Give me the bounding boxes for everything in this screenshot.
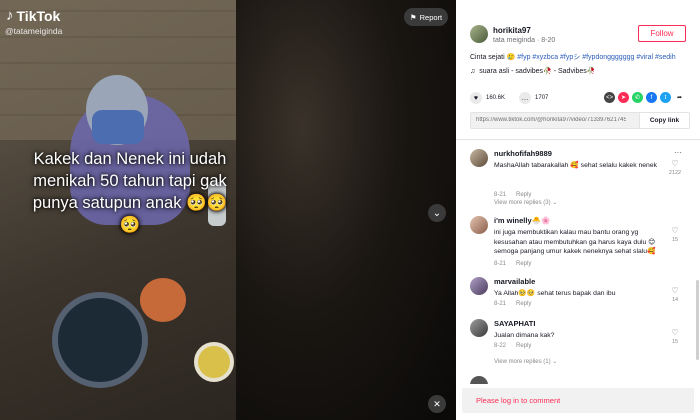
video-watermark-handle: @tatameiginda	[5, 26, 63, 36]
comment-text: Jualan dimana kak?	[494, 332, 555, 339]
comment-like-count: 15	[671, 237, 679, 243]
like-action[interactable]: ♥ 160.6K	[470, 92, 505, 104]
author-subline: tata meiginda · 8-20	[493, 37, 556, 44]
video-player[interactable]: Kakek dan Nenek ini udah menikah 50 tahu…	[0, 0, 456, 420]
view-more-replies[interactable]: View more replies (1) ⌄	[494, 358, 557, 365]
heart-outline-icon: ♡	[671, 159, 679, 168]
comment-text: Ya Allah🥺🥺 sehat terus bapak dan ibu	[494, 290, 616, 297]
copy-link-button[interactable]: Copy link	[639, 113, 689, 128]
heart-outline-icon: ♡	[671, 226, 679, 235]
comment-meta: 8-21 Reply	[494, 261, 531, 267]
comment-scrollbar[interactable]	[696, 280, 699, 360]
music-info[interactable]: ♫ suara asli - sadvibes🥀 - Sadvibes🥀	[470, 67, 596, 76]
copy-link-bar: https://www.tiktok.com/@horikita97/video…	[470, 112, 690, 129]
video-scene-pot	[52, 292, 148, 388]
follow-button[interactable]: Follow	[638, 25, 686, 42]
send-icon[interactable]: ➤	[618, 92, 629, 103]
comment-like[interactable]: ♡ 15	[668, 328, 682, 345]
comment-item: SAYAPHATI Jualan dimana kak? 8-22 Reply …	[470, 319, 690, 353]
report-label: Report	[419, 12, 443, 22]
comment-meta: 8-22 Reply	[494, 343, 531, 349]
video-url: https://www.tiktok.com/@horikita97/video…	[476, 117, 626, 123]
comment-avatar[interactable]	[470, 149, 488, 167]
video-caption: Kakek dan Nenek ini udah menikah 50 tahu…	[32, 150, 228, 234]
video-info-panel: horikita97 tata meiginda · 8-20 Follow C…	[456, 0, 700, 420]
chevron-down-icon[interactable]: ⌄	[428, 204, 446, 222]
facebook-icon[interactable]: f	[646, 92, 657, 103]
comment-text: MashaAllah tabarakallah 🥰 sehat selalu k…	[494, 162, 657, 169]
comment-username[interactable]: SAYAPHATI	[494, 319, 535, 328]
comment-date: 8-21	[494, 192, 507, 198]
comment-like[interactable]: ♡ 2122	[668, 159, 682, 176]
comment-count: 1707	[535, 95, 549, 101]
description-text: Cinta sejati 🥲	[470, 54, 518, 61]
reply-button[interactable]: Reply	[516, 192, 531, 198]
comment-item: marvailable Ya Allah🥺🥺 sehat terus bapak…	[470, 277, 690, 311]
video-frame[interactable]: Kakek dan Nenek ini udah menikah 50 tahu…	[0, 0, 236, 420]
tiktok-note-icon: ♪	[6, 7, 14, 24]
comment-text: ini juga membuktikan kalau mau bantu ora…	[494, 229, 656, 255]
mute-icon[interactable]: ✕	[428, 395, 446, 413]
music-note-icon: ♫	[470, 67, 476, 75]
embed-icon[interactable]: <>	[604, 92, 615, 103]
comment-date: 8-21	[494, 261, 507, 267]
flag-icon: ⚑	[409, 12, 417, 22]
comment-date: 8-21	[494, 301, 507, 307]
heart-outline-icon: ♡	[671, 328, 679, 337]
tiktok-logo[interactable]: ♪ TikTok	[6, 7, 60, 24]
logo-text: TikTok	[16, 7, 61, 24]
heart-icon: ♥	[470, 92, 482, 104]
comment-action[interactable]: … 1707	[519, 92, 548, 104]
more-options-icon[interactable]: ···	[674, 148, 682, 157]
description-hashtags[interactable]: #fyp #xyzbca #fypシ #fypdonggggggg #viral…	[517, 54, 675, 61]
music-label: suara asli - sadvibes🥀 - Sadvibes🥀	[479, 68, 596, 75]
video-scene-plate	[194, 342, 234, 382]
heart-outline-icon: ♡	[671, 286, 679, 295]
author-avatar[interactable]	[470, 25, 488, 43]
comment-username[interactable]: marvailable	[494, 277, 535, 286]
video-blur-background	[236, 0, 456, 420]
comment-meta: 8-21 Reply	[494, 301, 531, 307]
whatsapp-icon[interactable]: ✆	[632, 92, 643, 103]
comment-avatar[interactable]	[470, 277, 488, 295]
twitter-icon[interactable]: t	[660, 92, 671, 103]
comment-like[interactable]: ♡ 14	[668, 286, 682, 303]
comment-avatar[interactable]	[470, 319, 488, 337]
share-more-icon[interactable]: ➦	[674, 92, 685, 103]
view-more-replies[interactable]: View more replies (3) ⌄	[494, 199, 557, 206]
comment-avatar[interactable]	[470, 216, 488, 234]
comment-avatar-partial[interactable]	[470, 376, 488, 384]
video-scene-bowl	[140, 278, 186, 322]
comment-meta: 8-21 Reply	[494, 192, 531, 198]
video-scene-mask	[92, 110, 144, 144]
reply-button[interactable]: Reply	[516, 301, 531, 307]
author-username[interactable]: horikita97	[493, 26, 531, 35]
comment-username[interactable]: i'm winelly🐣🌸	[494, 216, 550, 225]
comment-icon: …	[519, 92, 532, 104]
comment-like-count: 14	[671, 297, 679, 303]
comment-username[interactable]: nurkhofifah9889	[494, 149, 552, 158]
comment-like-count: 2122	[668, 170, 682, 176]
reply-button[interactable]: Reply	[516, 343, 531, 349]
share-buttons: <> ➤ ✆ f t ➦	[604, 92, 685, 103]
comment-item: i'm winelly🐣🌸 ini juga membuktikan kalau…	[470, 216, 690, 276]
reply-button[interactable]: Reply	[516, 261, 531, 267]
report-button[interactable]: ⚑ Report	[404, 8, 448, 26]
comment-date: 8-22	[494, 343, 507, 349]
comment-list[interactable]: nurkhofifah9889 MashaAllah tabarakallah …	[456, 140, 700, 384]
comment-like[interactable]: ♡ 15	[668, 226, 682, 243]
login-to-comment-bar[interactable]: Please log in to comment	[462, 388, 694, 413]
like-count: 160.6K	[486, 95, 506, 101]
comment-like-count: 15	[671, 339, 679, 345]
video-description: Cinta sejati 🥲 #fyp #xyzbca #fypシ #fypdo…	[470, 53, 692, 63]
